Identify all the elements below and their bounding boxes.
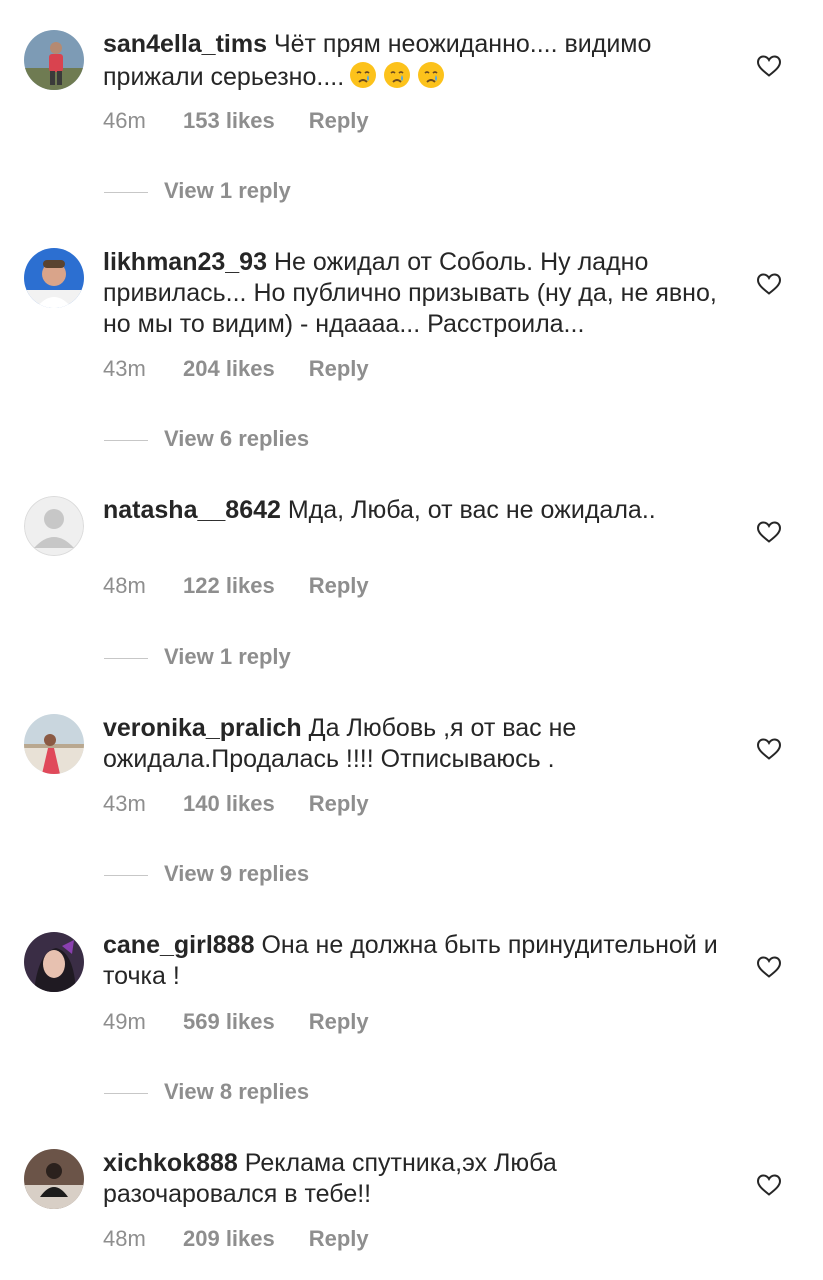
reply-button[interactable]: Reply <box>309 108 369 134</box>
comment-time: 48m <box>103 573 146 598</box>
heart-outline-icon[interactable] <box>756 1173 782 1197</box>
comment-time: 43m <box>103 791 146 816</box>
comment-username[interactable]: cane_girl888 <box>103 931 255 959</box>
comment-meta: 48m 209 likes Reply <box>103 1226 369 1252</box>
divider-line <box>104 657 148 659</box>
comment-likes[interactable]: 569 likes <box>183 1009 275 1035</box>
view-replies-label: View 1 reply <box>164 644 291 669</box>
comment-likes[interactable]: 153 likes <box>183 108 275 134</box>
comment-likes[interactable]: 209 likes <box>183 1226 275 1252</box>
comment-username[interactable]: san4ella_tims <box>103 30 267 58</box>
view-replies-button[interactable]: View 1 reply <box>104 178 291 204</box>
heart-outline-icon[interactable] <box>756 520 782 544</box>
comment-time: 46m <box>103 108 146 133</box>
view-replies-label: View 1 reply <box>164 178 291 203</box>
comment-text: cane_girl888 Она не должна быть принудит… <box>103 930 728 992</box>
heart-outline-icon[interactable] <box>756 54 782 78</box>
comment-meta: 46m 153 likes Reply <box>103 108 369 134</box>
heart-outline-icon[interactable] <box>756 737 782 761</box>
view-replies-label: View 6 replies <box>164 426 310 451</box>
avatar[interactable] <box>24 1149 84 1209</box>
reply-button[interactable]: Reply <box>309 356 369 382</box>
comment-username[interactable]: natasha__8642 <box>103 496 281 524</box>
comment-meta: 43m 140 likes Reply <box>103 791 369 817</box>
view-replies-label: View 8 replies <box>164 1079 310 1104</box>
comment-meta: 43m 204 likes Reply <box>103 356 369 382</box>
divider-line <box>104 874 148 876</box>
heart-outline-icon[interactable] <box>756 272 782 296</box>
comment-time: 48m <box>103 1226 146 1251</box>
view-replies-button[interactable]: View 9 replies <box>104 861 309 887</box>
comment-likes[interactable]: 122 likes <box>183 573 275 599</box>
comment-meta: 49m 569 likes Reply <box>103 1009 369 1035</box>
reply-button[interactable]: Reply <box>309 573 369 599</box>
view-replies-label: View 9 replies <box>164 861 310 886</box>
comment-text: veronika_pralich Да Любовь ,я от вас не … <box>103 713 728 775</box>
view-replies-button[interactable]: View 8 replies <box>104 1079 309 1105</box>
heart-outline-icon[interactable] <box>756 955 782 979</box>
comment-time: 49m <box>103 1009 146 1034</box>
comment-likes[interactable]: 204 likes <box>183 356 275 382</box>
avatar[interactable] <box>24 714 84 774</box>
avatar[interactable] <box>24 30 84 90</box>
comment-meta: 48m 122 likes Reply <box>103 573 369 599</box>
comment-username[interactable]: veronika_pralich <box>103 714 302 742</box>
comment-username[interactable]: xichkok888 <box>103 1149 238 1177</box>
comment-username[interactable]: likhman23_93 <box>103 248 267 276</box>
reply-button[interactable]: Reply <box>309 791 369 817</box>
crying-face-emoji-icon <box>344 62 446 91</box>
comment-time: 43m <box>103 356 146 381</box>
divider-line <box>104 1092 148 1094</box>
comment-text: likhman23_93 Не ожидал от Соболь. Ну лад… <box>103 247 728 340</box>
divider-line <box>104 439 148 441</box>
comment-likes[interactable]: 140 likes <box>183 791 275 817</box>
comment-text: natasha__8642 Мда, Люба, от вас не ожида… <box>103 495 728 526</box>
comment-text: san4ella_tims Чёт прям неожиданно.... ви… <box>103 29 728 93</box>
reply-button[interactable]: Reply <box>309 1009 369 1035</box>
view-replies-button[interactable]: View 1 reply <box>104 644 291 670</box>
avatar[interactable] <box>24 932 84 992</box>
divider-line <box>104 191 148 193</box>
comment-message: Мда, Люба, от вас не ожидала.. <box>287 496 656 524</box>
avatar[interactable] <box>24 248 84 308</box>
comment-text: xichkok888 Реклама спутника,эх Люба разо… <box>103 1148 728 1210</box>
reply-button[interactable]: Reply <box>309 1226 369 1252</box>
view-replies-button[interactable]: View 6 replies <box>104 426 309 452</box>
avatar[interactable] <box>24 496 84 556</box>
